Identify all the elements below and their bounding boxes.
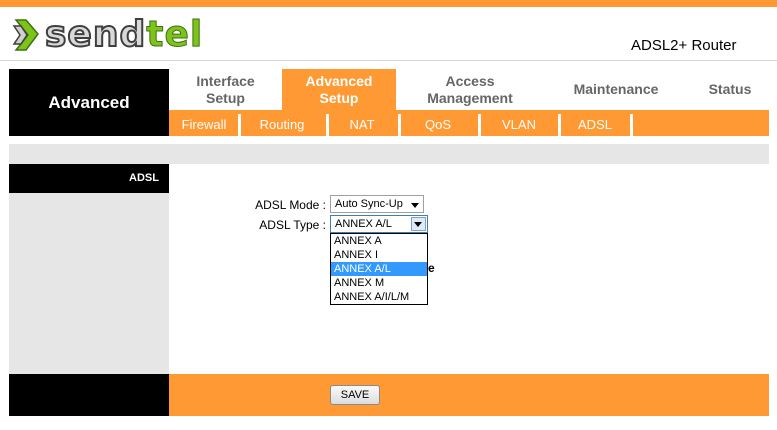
tab-label-line: Maintenance [573,81,659,97]
tab-label-line: Setup [319,89,359,106]
tab-access-management[interactable]: Access Management [396,69,544,110]
chevron-down-icon [414,222,422,227]
tab-label-line: Advanced [305,72,373,89]
sidebar-section-label: ADSL [9,164,169,193]
dropdown-option[interactable]: ANNEX M [331,276,427,290]
dropdown-option[interactable]: ANNEX A [331,234,427,248]
tab-label-line: Access [445,72,495,89]
partially-hidden-text: e [428,261,435,275]
footer-left-panel [9,374,169,416]
adsl-type-label: ADSL Type : [259,218,326,232]
tab-advanced-setup[interactable]: Advanced Setup [282,69,396,110]
adsl-mode-label: ADSL Mode : [255,198,326,212]
subnav-separator [478,114,481,136]
adsl-type-value: ANNEX A/L [335,218,392,230]
tab-interface-setup[interactable]: Interface Setup [169,69,282,110]
subnav-separator [326,114,329,136]
sendtel-logo: sendtel [12,14,203,56]
adsl-mode-select[interactable]: Auto Sync-Up [330,195,424,213]
subnav-qos[interactable]: QoS [404,115,472,133]
subnav-firewall[interactable]: Firewall [172,115,236,133]
logo-text: sendtel [44,14,204,55]
dropdown-option[interactable]: ANNEX A/I/L/M [331,290,427,304]
subnav-separator [398,114,401,136]
subnav-vlan[interactable]: VLAN [484,115,554,133]
header-divider [0,60,777,61]
dropdown-option[interactable]: ANNEX I [331,248,427,262]
top-accent-strip [0,0,777,7]
dropdown-button[interactable] [411,217,426,231]
product-name: ADSL2+ Router [631,37,737,54]
tab-label-line: Setup [206,89,245,106]
tab-status[interactable]: Status [688,69,772,110]
tab-maintenance[interactable]: Maintenance [544,69,688,110]
content-top-band [9,144,769,164]
tab-label-line: Management [427,89,513,106]
adsl-mode-value: Auto Sync-Up [335,198,403,210]
subnav-separator [558,114,561,136]
subnav-adsl[interactable]: ADSL [563,115,627,133]
adsl-type-dropdown-list: ANNEX A ANNEX I ANNEX A/L ANNEX M ANNEX … [330,233,428,305]
subnav-separator [630,114,633,136]
chevron-down-icon [411,203,419,208]
save-button[interactable]: SAVE [330,385,380,405]
subnav-routing[interactable]: Routing [244,115,320,133]
tab-label-line: Status [708,81,752,97]
subnav-separator [238,114,241,136]
logo-mark-icon [12,19,39,51]
section-title: Advanced [9,69,169,136]
footer-bar [169,374,769,416]
tab-label-line: Interface [196,72,255,89]
dropdown-option-selected[interactable]: ANNEX A/L [331,262,427,276]
adsl-type-select[interactable]: ANNEX A/L [330,215,428,233]
subnav-nat[interactable]: NAT [332,115,392,133]
sidebar-panel [9,193,169,374]
